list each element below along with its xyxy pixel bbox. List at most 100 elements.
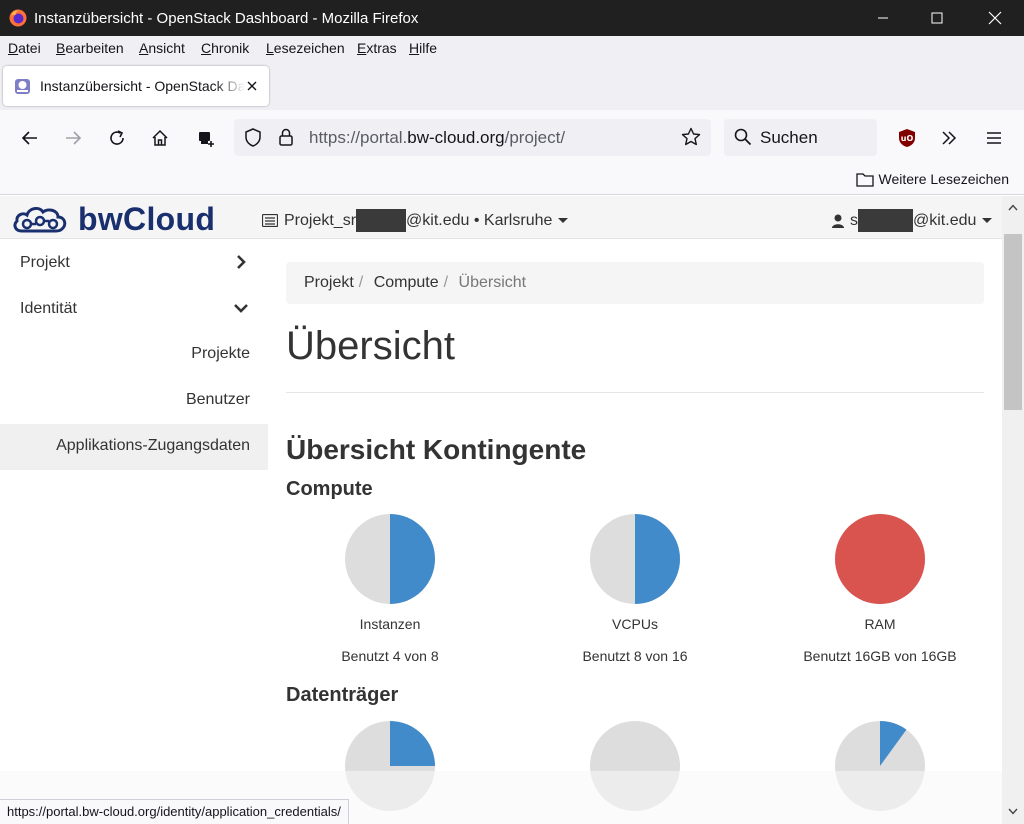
breadcrumb-link-projekt[interactable]: Projekt bbox=[304, 274, 354, 291]
pie-slice-used bbox=[390, 721, 435, 766]
user-icon bbox=[832, 214, 844, 228]
pie-chart-graphic bbox=[835, 514, 925, 604]
pie-label: RAM bbox=[864, 616, 896, 632]
sidebar-subitem-applikations-zugangsdaten[interactable]: Applikations-Zugangsdaten bbox=[0, 424, 268, 470]
menu-hilfe[interactable]: Hilfe bbox=[409, 40, 437, 56]
star-icon[interactable] bbox=[681, 127, 701, 147]
menu-chronik[interactable]: Chronik bbox=[201, 40, 249, 56]
divider bbox=[286, 392, 984, 393]
minimize-icon bbox=[878, 17, 888, 19]
pie-chart-graphic bbox=[590, 514, 680, 604]
caret-down-icon bbox=[558, 218, 569, 223]
sidebar-subitem-benutzer[interactable]: Benutzer bbox=[0, 378, 268, 424]
app-menu-button[interactable] bbox=[978, 122, 1010, 154]
arrow-right-icon bbox=[66, 131, 82, 145]
window-title-bar: Instanzübersicht - OpenStack Dashboard -… bbox=[0, 0, 1024, 36]
pie-usage-text: Benutzt 16GB von 16GB bbox=[803, 648, 957, 664]
navigation-toolbar: https://portal.bw-cloud.org/project/ Suc… bbox=[0, 110, 1024, 165]
home-icon bbox=[152, 129, 168, 146]
breadcrumb: Projekt / Compute / Übersicht bbox=[286, 262, 984, 304]
extension-icon bbox=[199, 132, 214, 147]
search-icon bbox=[734, 128, 752, 146]
tab-title: Instanzübersicht - OpenStack Dashboard bbox=[40, 78, 245, 94]
sidebar-subitem-label: Projekte bbox=[191, 345, 250, 362]
project-name-prefix: Projekt_sr bbox=[284, 211, 357, 229]
url-text: https://portal.bw-cloud.org/project/ bbox=[309, 128, 566, 147]
ublock-origin-icon: uO bbox=[899, 129, 915, 147]
window-title: Instanzübersicht - OpenStack Dashboard -… bbox=[34, 10, 419, 27]
menu-bearbeiten[interactable]: Bearbeiten bbox=[56, 40, 124, 56]
pie-label: VCPUs bbox=[612, 616, 658, 632]
pie-slice-used bbox=[390, 514, 435, 604]
sidebar-subitem-label: Benutzer bbox=[185, 391, 250, 408]
pie-chart-vcpus: VCPUs Benutzt 8 von 16 bbox=[535, 514, 735, 664]
openstack-top-navbar: bwCloud Projekt_sr @kit.edu • Karlsruhe … bbox=[0, 196, 1002, 239]
close-window-button[interactable] bbox=[972, 0, 1018, 36]
extension-button[interactable] bbox=[190, 122, 222, 154]
overflow-menu-button[interactable] bbox=[933, 122, 965, 154]
redaction-box bbox=[858, 209, 913, 232]
pie-usage-text: Benutzt 8 von 16 bbox=[582, 648, 688, 664]
menu-extras[interactable]: Extras bbox=[357, 40, 397, 56]
user-name-suffix: @kit.edu bbox=[913, 211, 977, 229]
sidebar-subitem-projekte[interactable]: Projekte bbox=[0, 332, 268, 378]
menu-ansicht[interactable]: Ansicht bbox=[139, 40, 185, 56]
shield-icon bbox=[245, 128, 261, 147]
menu-bar: Datei Bearbeiten Ansicht Chronik Lesezei… bbox=[0, 36, 1024, 62]
scroll-down-arrow-icon[interactable] bbox=[1008, 808, 1018, 815]
pie-slice-used bbox=[635, 514, 680, 604]
menu-datei[interactable]: Datei bbox=[8, 40, 41, 56]
project-dropdown[interactable]: Projekt_sr @kit.edu • Karlsruhe bbox=[262, 209, 569, 232]
sidebar-item-identitaet[interactable]: Identität bbox=[0, 286, 268, 332]
url-bar[interactable]: https://portal.bw-cloud.org/project/ bbox=[234, 119, 711, 156]
forward-button[interactable] bbox=[57, 122, 89, 154]
ublock-button[interactable]: uO bbox=[891, 122, 923, 154]
reload-button[interactable] bbox=[101, 122, 133, 154]
other-bookmarks-label: Weitere Lesezeichen bbox=[878, 171, 1009, 187]
folder-icon bbox=[855, 172, 874, 187]
firefox-logo-icon bbox=[9, 9, 27, 27]
double-chevron-right-icon bbox=[942, 131, 957, 145]
reload-icon bbox=[110, 130, 124, 145]
brand-name: bwCloud bbox=[78, 201, 216, 237]
other-bookmarks-button[interactable]: Weitere Lesezeichen bbox=[855, 171, 1009, 187]
limits-title: Übersicht Kontingente bbox=[286, 434, 587, 465]
sidebar-item-label: Projekt bbox=[20, 254, 70, 271]
arrow-left-icon bbox=[21, 131, 37, 145]
brand-logo[interactable]: bwCloud bbox=[12, 201, 215, 238]
svg-text:uO: uO bbox=[901, 134, 914, 143]
user-dropdown[interactable]: s @kit.edu bbox=[832, 209, 993, 232]
tab-active[interactable]: Instanzübersicht - OpenStack Dashboard bbox=[3, 66, 269, 106]
minimize-button[interactable] bbox=[860, 0, 906, 36]
home-button[interactable] bbox=[144, 122, 176, 154]
pie-chart-graphic bbox=[345, 514, 435, 604]
list-alt-icon bbox=[262, 214, 278, 227]
pie-chart-ram: RAM Benutzt 16GB von 16GB bbox=[780, 514, 980, 664]
redaction-box bbox=[356, 209, 407, 232]
maximize-icon bbox=[931, 12, 943, 24]
close-icon bbox=[988, 11, 1002, 25]
openstack-favicon-icon bbox=[15, 79, 30, 94]
menu-lesezeichen[interactable]: Lesezeichen bbox=[266, 40, 345, 56]
sidebar-subitem-label: Applikations-Zugangsdaten bbox=[56, 437, 250, 454]
maximize-button[interactable] bbox=[914, 0, 960, 36]
back-button[interactable] bbox=[14, 122, 46, 154]
caret-down-icon bbox=[982, 218, 993, 223]
scrollbar-thumb[interactable] bbox=[1004, 234, 1022, 410]
project-name-suffix: @kit.edu • Karlsruhe bbox=[406, 211, 553, 229]
pie-slice-used-full bbox=[835, 514, 925, 604]
chevron-right-icon bbox=[237, 255, 246, 269]
scroll-up-arrow-icon[interactable] bbox=[1008, 204, 1018, 211]
user-name-prefix: s bbox=[850, 211, 858, 229]
volumes-section-title: Datenträger bbox=[286, 684, 399, 706]
page-scrollbar[interactable] bbox=[1002, 196, 1024, 824]
breadcrumb-link-compute[interactable]: Compute bbox=[374, 274, 439, 291]
chevron-down-icon bbox=[234, 304, 248, 313]
sidebar-item-projekt[interactable]: Projekt bbox=[0, 240, 268, 286]
tab-strip: Instanzübersicht - OpenStack Dashboard bbox=[0, 62, 1024, 110]
lock-icon bbox=[279, 128, 293, 146]
search-bar[interactable]: Suchen bbox=[724, 119, 877, 156]
pie-usage-text: Benutzt 4 von 8 bbox=[341, 648, 439, 664]
close-icon bbox=[247, 81, 257, 91]
tab-close-button[interactable] bbox=[243, 77, 261, 95]
